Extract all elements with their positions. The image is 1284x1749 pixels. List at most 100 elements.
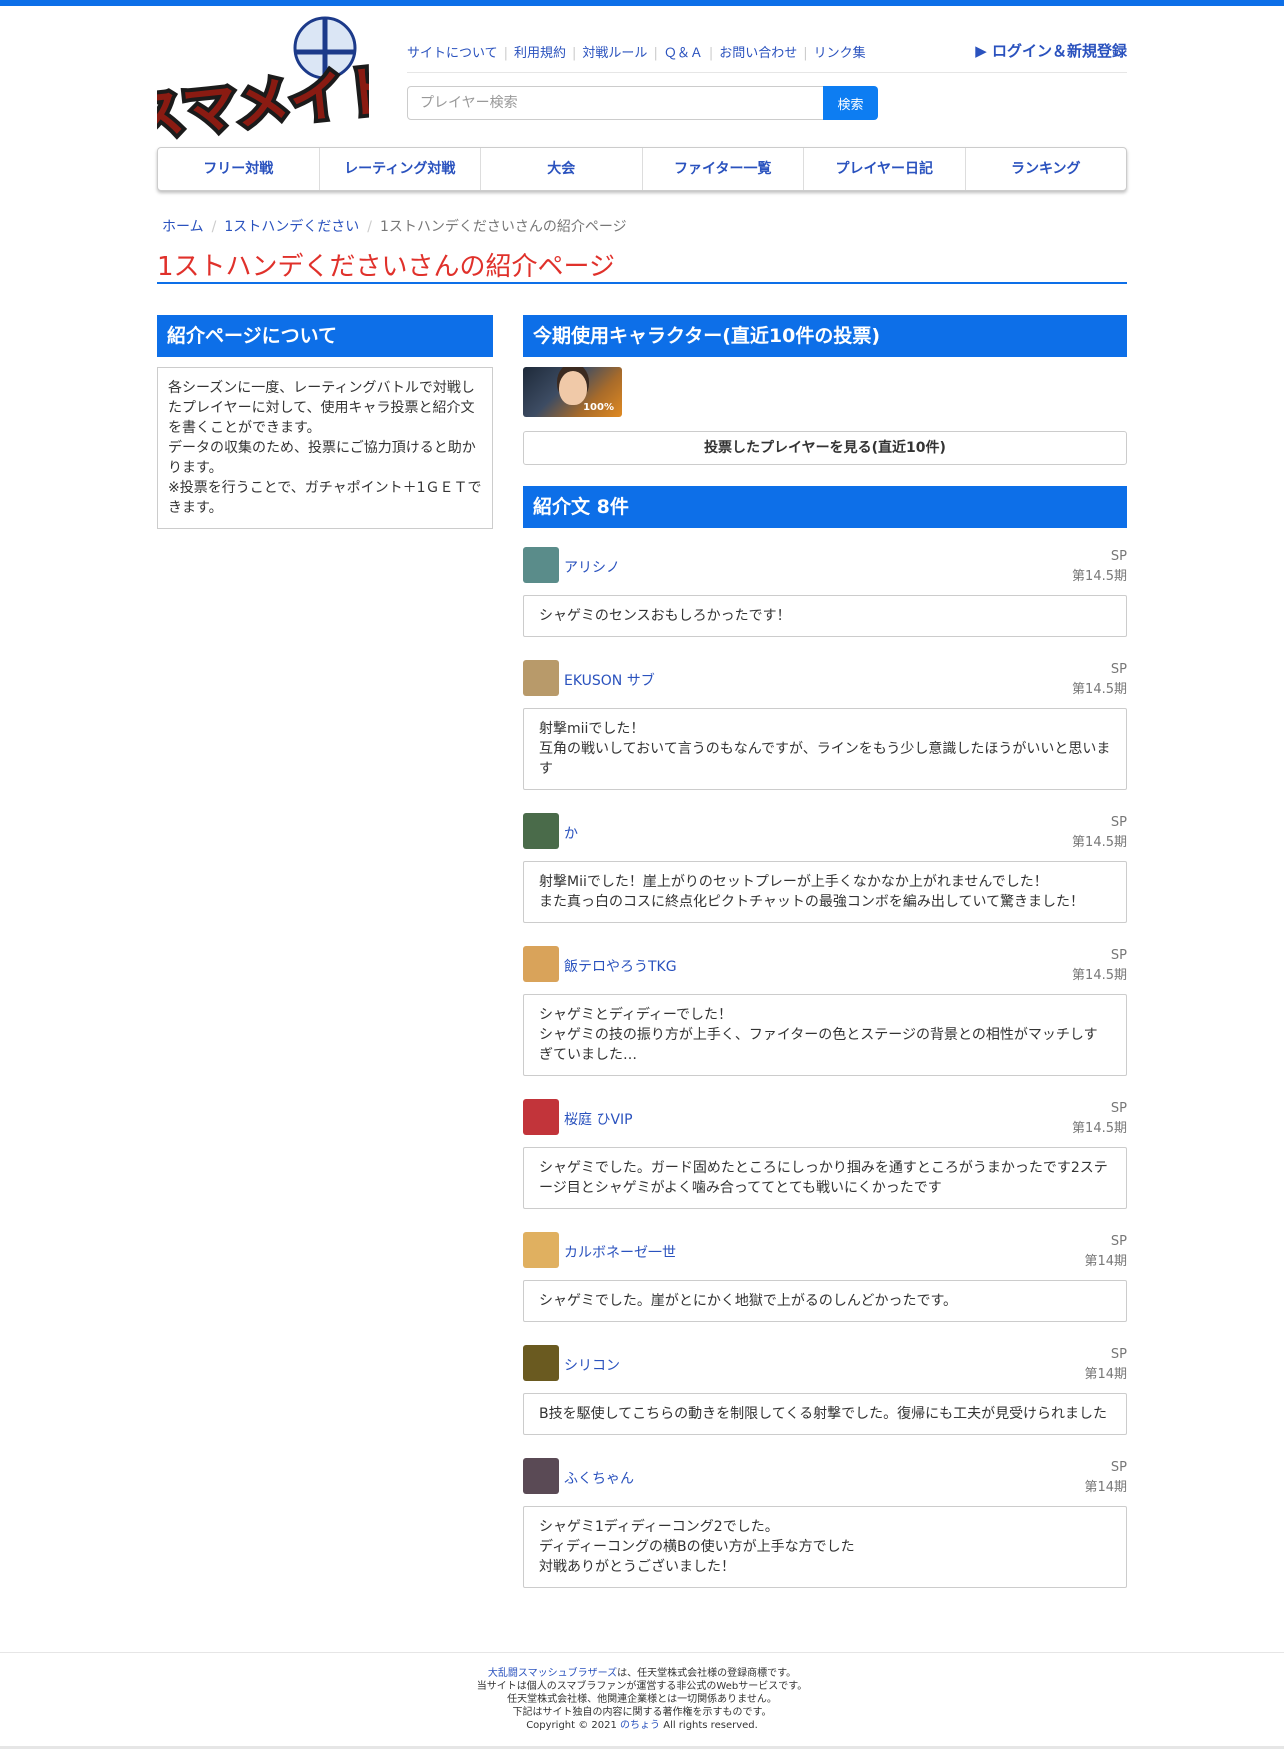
review-text: 互角の戦いしておいて言うのもなんですが、ラインをもう少し意識したほうがいいと思い… bbox=[539, 741, 1111, 777]
characters-heading: 今期使用キャラクター(直近10件の投票) bbox=[523, 315, 1127, 357]
nav-ranking[interactable]: ランキング bbox=[966, 148, 1127, 190]
top-accent-bar bbox=[0, 0, 1284, 6]
nav-rating-battle[interactable]: レーティング対戦 bbox=[320, 148, 481, 190]
reviewer-name[interactable]: EKUSON サブ bbox=[564, 670, 655, 690]
main-nav: フリー対戦 レーティング対戦 大会 ファイター一覧 プレイヤー日記 ランキング bbox=[157, 147, 1127, 191]
character-portrait bbox=[559, 371, 587, 405]
top-links: サイトについて | 利用規約 | 対戦ルール | Ｑ＆Ａ | お問い合わせ | リンク集 bbox=[407, 46, 866, 61]
breadcrumb: ホーム/1ストハンデください/1ストハンデくださいさんの紹介ページ bbox=[162, 219, 627, 235]
review-text-box: シャゲミのセンスおもしろかったです！ bbox=[523, 595, 1127, 637]
review-text: また真っ白のコスに終点化ピクトチャットの最強コンボを編み出していて驚きました！ bbox=[539, 894, 1085, 910]
game-label: SP bbox=[1110, 662, 1127, 677]
avatar[interactable] bbox=[523, 1458, 559, 1494]
footer-line: 下記はサイト独自の内容に関する著作権を示すものです。 bbox=[512, 1707, 772, 1718]
season-label: 第14期 bbox=[1084, 1254, 1127, 1269]
game-label: SP bbox=[1110, 1234, 1127, 1249]
avatar[interactable] bbox=[523, 1099, 559, 1135]
breadcrumb-home[interactable]: ホーム bbox=[162, 219, 204, 235]
reviewer-name[interactable]: カルボネーゼ一世 bbox=[564, 1242, 676, 1262]
avatar[interactable] bbox=[523, 660, 559, 696]
footer-smash-link[interactable]: 大乱闘スマッシュブラザーズ bbox=[488, 1668, 617, 1679]
review-text: 射撃Miiでした！崖上がりのセットプレーが上手くなかなか上がれませんでした！ bbox=[539, 874, 1048, 890]
game-label: SP bbox=[1110, 1101, 1127, 1116]
review-meta: SP 第14期 bbox=[1084, 1345, 1127, 1385]
season-label: 第14.5期 bbox=[1072, 1121, 1127, 1136]
view-voters-button[interactable]: 投票したプレイヤーを見る(直近10件) bbox=[523, 431, 1127, 465]
review-text: B技を駆使してこちらの動きを制限してくる射撃でした。復帰にも工夫が見受けられまし… bbox=[539, 1406, 1108, 1422]
breadcrumb-player[interactable]: 1ストハンデください bbox=[224, 219, 359, 235]
season-label: 第14期 bbox=[1084, 1480, 1127, 1495]
footer-line: 当サイトは個人のスマブラファンが運営する非公式のWebサービスです。 bbox=[476, 1681, 808, 1692]
review-text: シャゲミでした。ガード固めたところにしっかり掴みを通すところがうまかったです2ス… bbox=[539, 1160, 1108, 1196]
footer-line: 任天堂株式会社様、他関連企業様とは一切関係ありません。 bbox=[507, 1694, 777, 1705]
footer-line: 大乱闘スマッシュブラザーズは、任天堂株式会社様の登録商標です。 bbox=[487, 1668, 797, 1679]
avatar[interactable] bbox=[523, 1345, 559, 1381]
review-text: 射撃miiでした！ bbox=[539, 721, 645, 737]
nav-player-diary[interactable]: プレイヤー日記 bbox=[804, 148, 966, 190]
reviews-heading: 紹介文 8件 bbox=[523, 486, 1127, 528]
title-underline bbox=[157, 282, 1127, 284]
review-meta: SP 第14.5期 bbox=[1072, 547, 1127, 587]
nav-tournament[interactable]: 大会 bbox=[481, 148, 643, 190]
link-contact[interactable]: お問い合わせ bbox=[719, 46, 797, 61]
character-usage-percent: 100% bbox=[583, 402, 614, 413]
footer-divider bbox=[0, 1652, 1284, 1653]
reviewer-name[interactable]: 桜庭 ひVIP bbox=[564, 1109, 633, 1129]
reviewer-name[interactable]: シリコン bbox=[564, 1355, 620, 1375]
link-terms[interactable]: 利用規約 bbox=[514, 46, 566, 61]
link-links[interactable]: リンク集 bbox=[814, 46, 866, 61]
svg-text:スマメイト: スマメイト bbox=[157, 58, 369, 142]
game-label: SP bbox=[1110, 815, 1127, 830]
review-text-box: 射撃Miiでした！崖上がりのセットプレーが上手くなかなか上がれませんでした！ また… bbox=[523, 861, 1127, 923]
login-register-link[interactable]: ▶ ログイン＆新規登録 bbox=[975, 40, 1127, 61]
page-title: 1ストハンデくださいさんの紹介ページ bbox=[157, 252, 616, 282]
character-image[interactable]: 100% bbox=[523, 367, 622, 417]
avatar[interactable] bbox=[523, 1232, 559, 1268]
nav-free-battle[interactable]: フリー対戦 bbox=[158, 148, 320, 190]
about-box: 各シーズンに一度、レーティングバトルで対戦したプレイヤーに対して、使用キャラ投票… bbox=[157, 367, 493, 529]
avatar[interactable] bbox=[523, 813, 559, 849]
review-meta: SP 第14.5期 bbox=[1072, 946, 1127, 986]
season-label: 第14期 bbox=[1084, 1367, 1127, 1382]
about-heading: 紹介ページについて bbox=[157, 315, 493, 357]
review-text-box: シャゲミでした。ガード固めたところにしっかり掴みを通すところがうまかったです2ス… bbox=[523, 1147, 1127, 1209]
reviewer-name[interactable]: ふくちゃん bbox=[564, 1468, 634, 1488]
review-text-box: シャゲミでした。崖がとにかく地獄で上がるのしんどかったです。 bbox=[523, 1280, 1127, 1322]
review-meta: SP 第14.5期 bbox=[1072, 660, 1127, 700]
link-about[interactable]: サイトについて bbox=[407, 46, 498, 61]
nav-fighter-list[interactable]: ファイター一覧 bbox=[643, 148, 804, 190]
review-meta: SP 第14.5期 bbox=[1072, 813, 1127, 853]
review-text-box: シャゲミとディディーでした！ シャゲミの技の振り方が上手く、ファイターの色とステー… bbox=[523, 994, 1127, 1076]
breadcrumb-current: 1ストハンデくださいさんの紹介ページ bbox=[379, 219, 627, 235]
reviewer-name[interactable]: 飯テロやろうTKG bbox=[564, 956, 677, 976]
season-label: 第14.5期 bbox=[1072, 569, 1127, 584]
season-label: 第14.5期 bbox=[1072, 835, 1127, 850]
review-text: シャゲミの技の振り方が上手く、ファイターの色とステージの背景との相性がマッチしす… bbox=[539, 1027, 1098, 1063]
about-text: ※投票を行うことで、ガチャポイント＋1ＧＥＴできます。 bbox=[168, 480, 482, 516]
review-text-box: B技を駆使してこちらの動きを制限してくる射撃でした。復帰にも工夫が見受けられまし… bbox=[523, 1393, 1127, 1435]
season-label: 第14.5期 bbox=[1072, 968, 1127, 983]
game-label: SP bbox=[1110, 1347, 1127, 1362]
copyright: Copyright © 2021 のちょう All rights reserve… bbox=[526, 1720, 758, 1731]
reviewer-name[interactable]: アリシノ bbox=[564, 557, 620, 577]
review-text: シャゲミでした。崖がとにかく地獄で上がるのしんどかったです。 bbox=[539, 1293, 958, 1309]
game-label: SP bbox=[1110, 1460, 1127, 1475]
avatar[interactable] bbox=[523, 946, 559, 982]
author-link[interactable]: のちょう bbox=[620, 1720, 660, 1731]
review-text-box: 射撃miiでした！ 互角の戦いしておいて言うのもなんですが、ラインをもう少し意識し… bbox=[523, 708, 1127, 790]
link-qa[interactable]: Ｑ＆Ａ bbox=[664, 46, 703, 61]
avatar[interactable] bbox=[523, 547, 559, 583]
about-text: 各シーズンに一度、レーティングバトルで対戦したプレイヤーに対して、使用キャラ投票… bbox=[168, 380, 475, 436]
review-text: 対戦ありがとうございました！ bbox=[539, 1559, 735, 1575]
site-logo[interactable]: スマメイト bbox=[157, 16, 369, 142]
review-meta: SP 第14期 bbox=[1084, 1458, 1127, 1498]
search-button[interactable]: 検索 bbox=[823, 86, 878, 120]
link-rules[interactable]: 対戦ルール bbox=[582, 46, 647, 61]
review-meta: SP 第14期 bbox=[1084, 1232, 1127, 1272]
season-label: 第14.5期 bbox=[1072, 682, 1127, 697]
reviewer-name[interactable]: か bbox=[564, 823, 578, 843]
review-text: シャゲミとディディーでした！ bbox=[539, 1007, 733, 1023]
review-text-box: シャゲミ1ディディーコング2でした。 ディディーコングの横Bの使い方が上手な方でし… bbox=[523, 1506, 1127, 1588]
header-divider bbox=[407, 72, 1127, 73]
player-search-input[interactable] bbox=[407, 86, 827, 120]
